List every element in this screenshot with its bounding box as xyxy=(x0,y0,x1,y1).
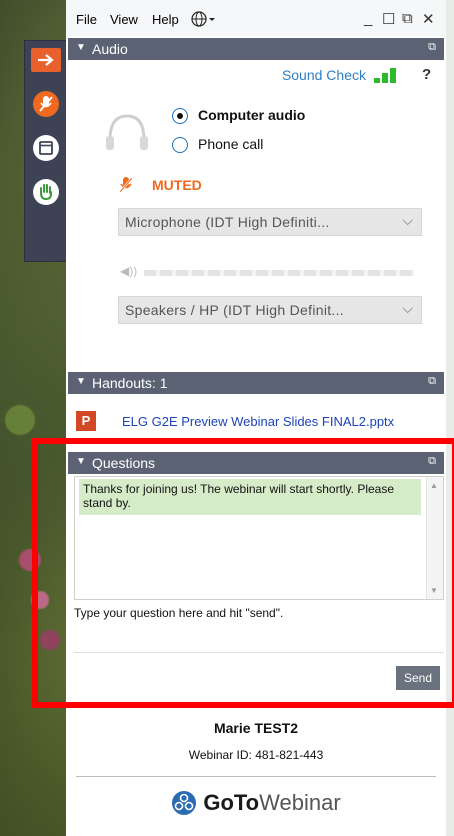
computer-audio-label[interactable]: Computer audio xyxy=(198,107,305,123)
webinar-id: Webinar ID: 481-821-443 xyxy=(188,748,324,762)
scroll-down-icon[interactable]: ▼ xyxy=(430,586,438,595)
popout-icon[interactable]: ⧉ xyxy=(428,375,436,388)
collapse-triangle-icon: ▼ xyxy=(76,42,86,53)
questions-log[interactable]: Thanks for joining us! The webinar will … xyxy=(74,476,444,600)
scroll-up-icon[interactable]: ▲ xyxy=(430,481,438,490)
language-menu[interactable] xyxy=(190,10,216,31)
menu-file[interactable]: File xyxy=(76,12,97,27)
globe-icon xyxy=(191,11,215,27)
restore-button[interactable]: ☐ xyxy=(382,10,395,28)
audio-title: Audio xyxy=(92,41,128,57)
window-edge xyxy=(446,0,454,836)
gotowebinar-logo: GoToWebinar xyxy=(66,790,446,816)
hand-icon xyxy=(33,179,59,205)
computer-audio-radio[interactable] xyxy=(172,108,188,124)
volume-slider[interactable] xyxy=(144,270,414,276)
phone-call-label[interactable]: Phone call xyxy=(198,136,263,152)
window-icon xyxy=(33,135,59,161)
handout-item[interactable]: P ELG G2E Preview Webinar Slides FINAL2.… xyxy=(76,410,444,434)
audio-help-button[interactable]: ? xyxy=(422,66,431,83)
powerpoint-icon: P xyxy=(76,411,96,431)
microphone-select[interactable]: Microphone (IDT High Definiti... ⌵ xyxy=(118,208,422,236)
screen-button[interactable] xyxy=(31,133,61,163)
arrow-right-icon xyxy=(38,54,54,66)
handout-link[interactable]: ELG G2E Preview Webinar Slides FINAL2.pp… xyxy=(122,414,394,429)
chevron-down-icon: ⌵ xyxy=(402,300,413,316)
questions-header[interactable]: ▼ Questions ⧉ xyxy=(68,452,444,474)
question-input-divider xyxy=(74,652,444,653)
minimize-button[interactable]: _ xyxy=(364,10,372,27)
organizer-name: Marie TEST2 xyxy=(213,720,299,736)
speakers-select[interactable]: Speakers / HP (IDT High Definit... ⌵ xyxy=(118,296,422,324)
close-button[interactable]: ✕ xyxy=(422,10,435,28)
questions-scrollbar[interactable]: ▲ ▼ xyxy=(426,477,443,599)
menu-help[interactable]: Help xyxy=(152,12,179,27)
gotowebinar-logo-icon xyxy=(172,791,197,815)
question-message: Thanks for joining us! The webinar will … xyxy=(79,479,421,515)
speakers-select-value: Speakers / HP (IDT High Definit... xyxy=(125,302,344,318)
popout-button[interactable]: ⧉ xyxy=(402,10,413,27)
popout-icon[interactable]: ⧉ xyxy=(428,41,436,54)
headset-icon xyxy=(106,114,148,150)
send-button[interactable]: Send xyxy=(396,666,440,690)
microphone-select-value: Microphone (IDT High Definiti... xyxy=(125,214,330,230)
microphone-muted-icon xyxy=(119,177,133,193)
muted-status: MUTED xyxy=(152,177,202,193)
questions-title: Questions xyxy=(92,455,156,471)
signal-bars-icon xyxy=(374,67,404,83)
brand-goto: GoTo xyxy=(203,790,260,815)
collapse-panel-button[interactable] xyxy=(31,48,61,72)
control-panel: File View Help _ ☐ ⧉ ✕ ▼ Audio ⧉ Sound C… xyxy=(66,0,446,836)
mute-button[interactable] xyxy=(31,89,61,119)
collapse-triangle-icon: ▼ xyxy=(76,376,86,387)
collapse-triangle-icon: ▼ xyxy=(76,456,86,467)
audio-header[interactable]: ▼ Audio ⧉ xyxy=(68,38,444,60)
control-toolbar xyxy=(24,40,68,262)
phone-call-radio[interactable] xyxy=(172,137,188,153)
question-input[interactable]: Type your question here and hit "send". xyxy=(74,606,283,620)
menu-bar: File View Help _ ☐ ⧉ ✕ xyxy=(66,0,446,36)
brand-webinar: Webinar xyxy=(259,790,341,815)
handouts-title: Handouts: 1 xyxy=(92,375,168,391)
raise-hand-button[interactable] xyxy=(31,177,61,207)
sound-check-link[interactable]: Sound Check xyxy=(282,67,366,83)
footer-divider xyxy=(76,776,436,777)
handouts-header[interactable]: ▼ Handouts: 1 ⧉ xyxy=(68,372,444,394)
chevron-down-icon: ⌵ xyxy=(402,212,413,228)
menu-view[interactable]: View xyxy=(110,12,138,27)
speaker-icon: ◀)) xyxy=(120,264,138,278)
microphone-muted-icon xyxy=(33,91,59,117)
popout-icon[interactable]: ⧉ xyxy=(428,455,436,468)
